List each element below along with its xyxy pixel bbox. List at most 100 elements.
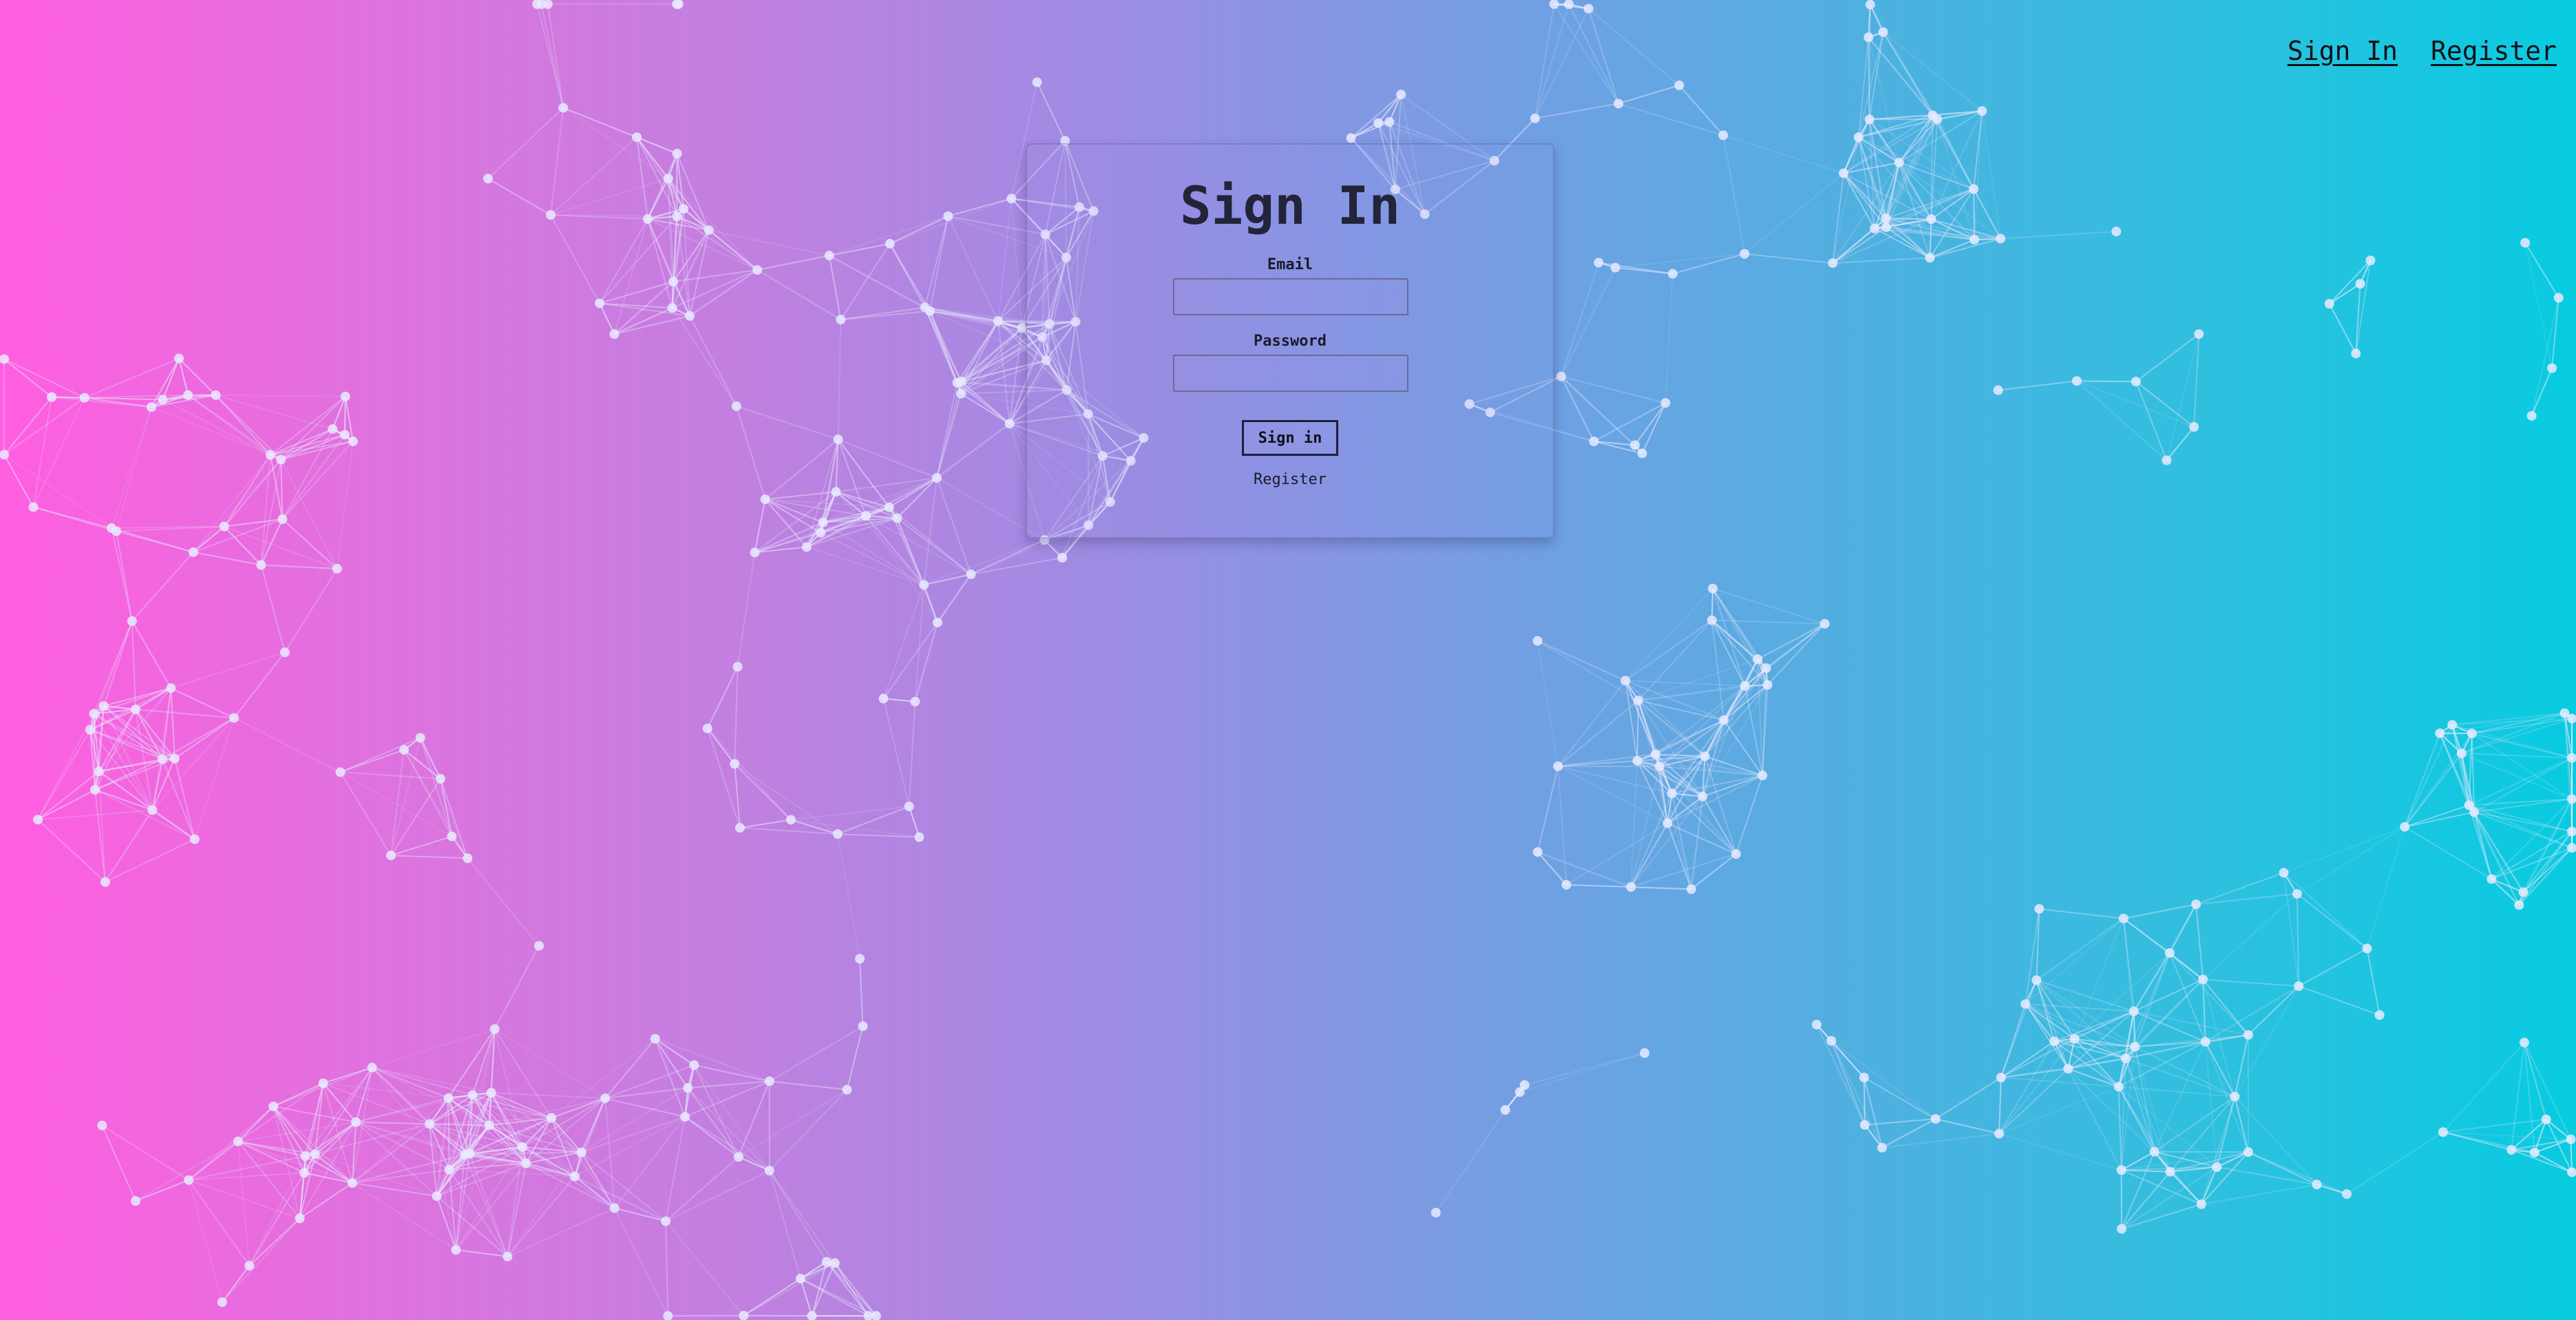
network-link xyxy=(737,552,756,667)
network-node xyxy=(795,1273,805,1284)
network-link xyxy=(101,1124,189,1181)
network-node xyxy=(570,1171,580,1182)
network-node xyxy=(1373,118,1384,128)
network-node xyxy=(816,527,826,538)
network-link xyxy=(2442,1118,2546,1133)
network-node xyxy=(2149,1146,2160,1157)
network-link xyxy=(735,406,766,500)
network-link xyxy=(599,303,615,335)
network-node xyxy=(1006,193,1017,204)
network-node xyxy=(663,174,673,184)
network-node xyxy=(517,1142,527,1152)
network-node xyxy=(2506,1144,2517,1155)
sign-in-card: Sign In Email Password Sign in Register xyxy=(1026,143,1554,538)
network-link xyxy=(769,1080,847,1091)
network-link xyxy=(3,454,34,507)
password-field[interactable] xyxy=(1173,355,1408,392)
network-link xyxy=(103,687,171,707)
network-node xyxy=(169,753,180,764)
network-link xyxy=(2154,1151,2248,1153)
network-link xyxy=(491,1091,606,1099)
network-link xyxy=(671,307,737,407)
network-node xyxy=(2243,1147,2253,1157)
network-node xyxy=(1996,233,2006,244)
network-link xyxy=(960,381,1011,425)
network-link xyxy=(215,395,271,456)
network-link xyxy=(170,688,176,759)
network-link xyxy=(908,806,920,838)
network-link xyxy=(2469,804,2573,849)
network-link xyxy=(665,1156,739,1222)
network-link xyxy=(734,763,792,821)
network-link xyxy=(1631,886,1691,890)
network-node xyxy=(1708,583,1718,594)
nav-sign-in-link[interactable]: Sign In xyxy=(2288,36,2398,66)
network-link xyxy=(825,1261,869,1317)
nav-register-link[interactable]: Register xyxy=(2431,36,2557,66)
network-node xyxy=(2456,748,2467,759)
network-node xyxy=(1561,879,1572,890)
network-link xyxy=(883,698,910,807)
network-node xyxy=(932,618,942,628)
network-link xyxy=(390,737,421,856)
network-node xyxy=(1864,114,1875,125)
network-link xyxy=(372,1067,492,1093)
network-node xyxy=(1977,106,1987,116)
network-node xyxy=(609,329,620,339)
network-node xyxy=(299,1168,310,1178)
network-link xyxy=(111,527,133,622)
network-node xyxy=(1870,223,1880,233)
network-link xyxy=(1830,1040,1883,1149)
network-link xyxy=(1618,84,1680,105)
network-node xyxy=(1826,1036,1837,1046)
network-node xyxy=(443,1093,454,1103)
network-link xyxy=(2518,847,2573,906)
network-node xyxy=(233,1136,243,1146)
network-link xyxy=(1816,1024,1865,1078)
network-node xyxy=(1589,436,1599,446)
network-link xyxy=(282,518,338,569)
network-link xyxy=(1722,135,1746,254)
network-link xyxy=(2248,985,2299,1036)
network-link xyxy=(2122,918,2135,1012)
network-link xyxy=(2461,753,2573,800)
network-link xyxy=(340,771,441,780)
network-node xyxy=(878,693,889,704)
network-link xyxy=(655,1038,695,1066)
network-node xyxy=(85,724,96,735)
network-node xyxy=(2553,293,2564,303)
network-link xyxy=(647,218,758,271)
network-link xyxy=(923,539,1045,586)
network-link xyxy=(1598,262,1674,275)
network-link xyxy=(908,701,916,807)
network-node xyxy=(127,616,137,626)
register-link[interactable]: Register xyxy=(1027,471,1553,488)
network-link xyxy=(1534,103,1619,119)
network-node xyxy=(807,1311,817,1320)
network-link xyxy=(888,507,938,623)
network-node xyxy=(910,696,920,706)
network-node xyxy=(1881,222,1891,233)
network-link xyxy=(1537,766,1559,852)
email-field[interactable] xyxy=(1173,278,1408,315)
network-link xyxy=(1630,760,1638,888)
network-link xyxy=(2283,872,2368,950)
network-link xyxy=(223,454,271,527)
network-node xyxy=(1667,269,1678,279)
network-node xyxy=(2118,913,2129,923)
network-link xyxy=(1832,227,1887,264)
network-link xyxy=(550,107,564,216)
network-node xyxy=(663,1311,673,1320)
network-node xyxy=(821,1257,832,1267)
network-node xyxy=(2567,1167,2576,1177)
network-node xyxy=(489,1024,500,1034)
network-link xyxy=(2551,297,2559,368)
network-link xyxy=(836,834,861,959)
network-node xyxy=(2566,1134,2576,1144)
network-link xyxy=(1618,103,1724,136)
sign-in-button[interactable]: Sign in xyxy=(1242,420,1338,456)
network-node xyxy=(1740,681,1750,691)
network-link xyxy=(2169,1171,2202,1205)
network-node xyxy=(1660,398,1671,408)
network-node xyxy=(2194,329,2204,339)
